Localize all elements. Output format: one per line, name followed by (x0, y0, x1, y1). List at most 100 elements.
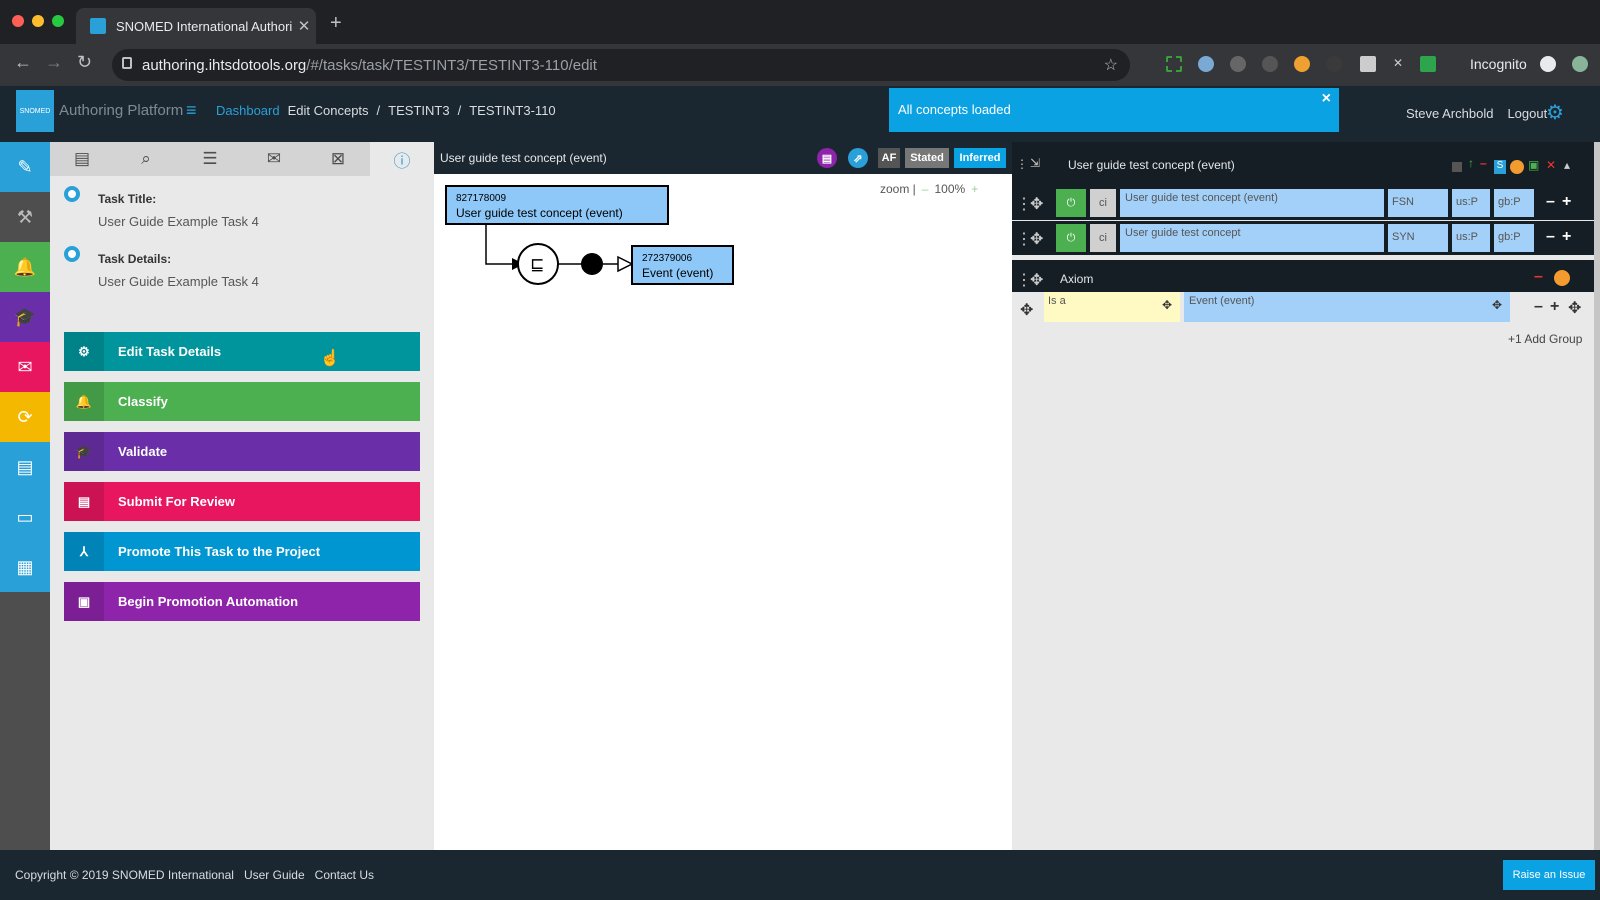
classify-button[interactable]: 🔔 Classify (64, 382, 420, 421)
reload-icon[interactable]: ↻ (77, 52, 92, 73)
extension-screenshot-icon[interactable] (1166, 56, 1182, 72)
address-bar[interactable]: authoring.ihtsdotools.org/#/tasks/task/T… (112, 49, 1130, 81)
remove-relationship-icon[interactable]: – (1534, 298, 1543, 316)
move-icon[interactable]: ✥ (1162, 298, 1172, 312)
logout-link[interactable]: Logout (1507, 106, 1547, 121)
clone-icon[interactable]: ▣ (1528, 158, 1539, 172)
forward-icon[interactable]: → (45, 52, 63, 73)
extension-a-icon[interactable] (1262, 56, 1278, 72)
sidebar-grid-icon[interactable]: ▦ (0, 542, 50, 592)
stated-toggle[interactable]: Stated (905, 148, 949, 168)
add-relationship-icon[interactable]: + (1550, 298, 1559, 316)
move-icon[interactable]: ✥ (1568, 298, 1581, 318)
breadcrumb-edit-concepts[interactable]: Edit Concepts (288, 103, 369, 118)
tab-excel-icon[interactable]: ⊠ (306, 142, 370, 176)
menu-icon[interactable]: ≡ (186, 100, 197, 121)
save-icon[interactable] (1452, 162, 1462, 172)
tab-mail-icon[interactable]: ✉ (242, 142, 306, 176)
case-significance[interactable]: ci (1090, 224, 1116, 252)
user-name[interactable]: Steve Archbold (1406, 106, 1493, 121)
close-window-button[interactable] (12, 15, 24, 27)
close-tab-icon[interactable]: ✕ (292, 17, 316, 35)
collapse-icon[interactable]: ⇲ (1030, 156, 1040, 170)
remove-description-icon[interactable]: – (1546, 228, 1555, 246)
add-description-icon[interactable]: + (1562, 193, 1571, 211)
new-tab-icon[interactable]: + (330, 12, 342, 35)
browser-tab[interactable]: SNOMED International Authorin ✕ (76, 8, 316, 44)
snomed-logo[interactable]: SNOMED (16, 90, 54, 132)
sidebar-comment-icon[interactable]: ▤ (0, 442, 50, 492)
diagram-open-icon[interactable]: ⇗ (848, 148, 868, 168)
edit-task-details-button[interactable]: ⚙ Edit Task Details (64, 332, 420, 371)
contact-link[interactable]: Contact Us (315, 868, 374, 882)
us-acceptability[interactable]: us:P (1452, 189, 1490, 217)
tab-search-icon[interactable]: ⌕ (114, 142, 178, 176)
concept-node[interactable]: 827178009 User guide test concept (event… (445, 185, 669, 225)
s-icon[interactable]: S (1494, 160, 1506, 174)
description-term-input[interactable]: User guide test concept (1120, 224, 1384, 252)
minimize-window-button[interactable] (32, 15, 44, 27)
attribute-type-field[interactable]: Is a (1044, 292, 1180, 322)
active-toggle-icon[interactable]: ⏻ (1056, 224, 1086, 252)
add-description-icon[interactable]: + (1562, 228, 1571, 246)
extension-move-icon[interactable] (1230, 56, 1246, 72)
sidebar-graduation-icon[interactable]: 🎓 (0, 292, 50, 342)
add-group-button[interactable]: +1 Add Group (1508, 332, 1582, 346)
profile-icon[interactable] (1572, 56, 1588, 72)
close-toast-icon[interactable]: × (1322, 90, 1331, 108)
move-icon[interactable]: ✥ (1030, 194, 1043, 214)
move-icon[interactable]: ✥ (1030, 229, 1043, 249)
tab-info-icon[interactable]: ⓘ (370, 142, 434, 176)
tab-list-icon[interactable]: ☰ (178, 142, 242, 176)
close-concept-icon[interactable]: ✕ (1546, 158, 1556, 172)
settings-gear-icon[interactable]: ⚙ (1546, 100, 1564, 125)
sidebar-edit-icon[interactable]: ✎ (0, 142, 50, 192)
diagram-list-icon[interactable]: ▤ (817, 148, 837, 168)
breadcrumb-task[interactable]: TESTINT3-110 (469, 103, 555, 118)
remove-icon[interactable]: – (1480, 156, 1487, 170)
sidebar-tools-icon[interactable]: ⚒ (0, 192, 50, 242)
sidebar-bell-icon[interactable]: 🔔 (0, 242, 50, 292)
user-guide-link[interactable]: User Guide (244, 868, 305, 882)
extension-dark-icon[interactable] (1326, 56, 1342, 72)
active-toggle-icon[interactable]: ⏻ (1056, 189, 1086, 217)
raise-issue-button[interactable]: Raise an Issue (1503, 860, 1595, 890)
af-toggle[interactable]: AF (878, 148, 900, 168)
zoom-window-button[interactable] (52, 15, 64, 27)
inferred-toggle[interactable]: Inferred (954, 148, 1006, 168)
remove-description-icon[interactable]: – (1546, 193, 1555, 211)
extension-x-icon[interactable]: ✕ (1390, 56, 1406, 72)
validate-button[interactable]: 🎓 Validate (64, 432, 420, 471)
description-type-select[interactable]: FSN (1388, 189, 1448, 217)
gb-acceptability[interactable]: gb:P (1494, 189, 1534, 217)
description-term-input[interactable]: User guide test concept (event) (1120, 189, 1384, 217)
scroll-up-icon[interactable]: ▴ (1564, 158, 1570, 172)
move-icon[interactable]: ✥ (1030, 270, 1043, 290)
submit-for-review-button[interactable]: ▤ Submit For Review (64, 482, 420, 521)
breadcrumb-dashboard[interactable]: Dashboard (216, 103, 280, 118)
sidebar-sync-icon[interactable]: ⟳ (0, 392, 50, 442)
move-icon[interactable]: ✥ (1492, 298, 1502, 312)
sidebar-window-icon[interactable]: ▭ (0, 492, 50, 542)
us-acceptability[interactable]: us:P (1452, 224, 1490, 252)
move-icon[interactable]: ✥ (1020, 300, 1033, 320)
case-significance[interactable]: ci (1090, 189, 1116, 217)
extension-circle-icon[interactable] (1198, 56, 1214, 72)
sidebar-mail-icon[interactable]: ✉ (0, 342, 50, 392)
promote-task-button[interactable]: ⅄ Promote This Task to the Project (64, 532, 420, 571)
begin-promotion-automation-button[interactable]: ▣ Begin Promotion Automation (64, 582, 420, 621)
up-arrow-icon[interactable]: ↑ (1468, 156, 1474, 170)
drag-handle-icon[interactable]: ⋮ (1016, 157, 1028, 171)
remove-axiom-icon[interactable]: – (1534, 268, 1543, 286)
attribute-target-field[interactable]: Event (event) (1184, 292, 1510, 322)
extension-excel-icon[interactable] (1420, 56, 1436, 72)
scrollbar[interactable] (1594, 142, 1600, 850)
star-icon[interactable]: ☆ (1104, 55, 1118, 75)
tab-saved-list-icon[interactable]: ▤ (50, 142, 114, 176)
parent-concept-node[interactable]: 272379006 Event (event) (631, 245, 734, 285)
extension-gear-icon[interactable] (1294, 56, 1310, 72)
description-type-select[interactable]: SYN (1388, 224, 1448, 252)
back-icon[interactable]: ← (14, 52, 32, 73)
gb-acceptability[interactable]: gb:P (1494, 224, 1534, 252)
extension-pen-icon[interactable] (1360, 56, 1376, 72)
